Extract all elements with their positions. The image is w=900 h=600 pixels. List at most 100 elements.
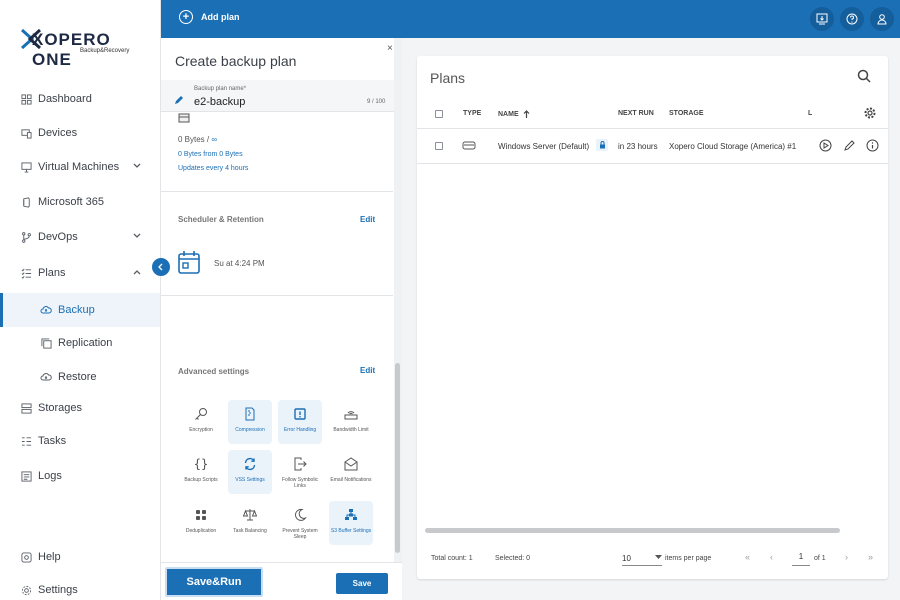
adv-prevent-system-sleep[interactable]: Prevent System Sleep — [278, 501, 322, 545]
compress-file-icon — [242, 406, 258, 422]
adv-encryption[interactable]: Encryption — [179, 400, 223, 444]
chevron-up-icon[interactable] — [132, 267, 142, 277]
col-name-header[interactable]: NAME — [498, 110, 530, 118]
per-page-value: 10 — [622, 554, 631, 563]
grid-icon — [193, 507, 209, 523]
add-plan-button[interactable]: + Add plan — [179, 10, 240, 24]
sidebar-item-label: Microsoft 365 — [38, 196, 105, 208]
chevron-down-icon[interactable] — [132, 231, 142, 241]
play-icon[interactable] — [819, 139, 832, 152]
adv-task-balancing[interactable]: Task Balancing — [228, 501, 272, 545]
storage-icon — [20, 402, 32, 414]
key-icon — [193, 406, 209, 422]
brand-sub: Backup&Recovery — [80, 48, 130, 54]
page-input[interactable]: 1 — [792, 552, 810, 566]
panel-scroll-thumb[interactable] — [395, 363, 400, 553]
adv-vss-settings[interactable]: VSS Settings — [228, 450, 272, 494]
adv-label: Task Balancing — [233, 528, 267, 534]
adv-backup-scripts[interactable]: {} Backup Scripts — [179, 450, 223, 494]
horizontal-scrollbar[interactable] — [425, 528, 887, 533]
last-page-icon[interactable]: » — [868, 552, 873, 562]
sidebar-item-devices[interactable]: Devices — [0, 118, 160, 148]
sidebar-item-label: Help — [38, 551, 61, 563]
gear-icon — [20, 584, 32, 596]
row-divider — [417, 163, 888, 164]
sidebar-item-label: Plans — [38, 267, 66, 279]
sidebar-item-label: Replication — [58, 337, 113, 349]
adv-deduplication[interactable]: Deduplication — [179, 501, 223, 545]
sidebar-item-label: Tasks — [38, 435, 67, 447]
scheduler-edit-link[interactable]: Edit — [360, 215, 375, 224]
close-icon[interactable]: × — [387, 43, 393, 54]
first-page-icon[interactable]: « — [745, 552, 750, 562]
sidebar-item-storages[interactable]: Storages — [0, 393, 160, 423]
row-storage: Xopero Cloud Storage (America) #1 — [669, 142, 797, 151]
column-settings-gear-icon[interactable] — [864, 107, 876, 119]
save-button[interactable]: Save — [336, 573, 388, 594]
col-type: TYPE — [463, 110, 482, 117]
adv-compression[interactable]: Compression — [228, 400, 272, 444]
adv-label: S3 Buffer Settings — [330, 528, 372, 534]
sidebar-item-help[interactable]: Help — [0, 542, 160, 572]
adv-email-notifications[interactable]: Email Notifications — [329, 450, 373, 494]
help-button[interactable] — [840, 7, 864, 31]
adv-bandwidth-limit[interactable]: Bandwidth Limit — [329, 400, 373, 444]
plan-name-field[interactable]: Backup plan name* e2-backup 9 / 100 — [161, 80, 402, 112]
chevron-down-icon[interactable] — [132, 161, 142, 171]
add-plan-label: Add plan — [201, 12, 240, 22]
sidebar-item-label: Settings — [38, 584, 78, 596]
advanced-edit-link[interactable]: Edit — [360, 366, 375, 375]
horizontal-scroll-thumb[interactable] — [425, 528, 840, 533]
pencil-edit-icon[interactable] — [843, 139, 856, 152]
adv-s3-buffer-settings[interactable]: S3 Buffer Settings — [329, 501, 373, 545]
alert-icon — [292, 406, 308, 422]
top-bar: + Add plan — [161, 0, 900, 38]
row-name[interactable]: Windows Server (Default) — [498, 142, 589, 151]
panel-footer: Save&Run Save — [161, 562, 402, 600]
plan-name-value[interactable]: e2-backup — [194, 96, 245, 108]
pencil-icon — [175, 96, 183, 104]
sidebar-item-dashboard[interactable]: Dashboard — [0, 84, 160, 114]
sidebar-item-tasks[interactable]: Tasks — [0, 426, 160, 456]
plans-title: Plans — [430, 70, 466, 86]
sidebar-item-virtual-machines[interactable]: Virtual Machines — [0, 152, 160, 182]
prev-page-icon[interactable]: ‹ — [770, 552, 773, 562]
collapse-sidebar-button[interactable] — [152, 258, 170, 276]
info-icon[interactable] — [866, 139, 879, 152]
per-page-select[interactable]: 10 — [622, 552, 662, 566]
brand-logo: XOPERO ONE Backup&Recovery — [20, 26, 140, 69]
sidebar-item-devops[interactable]: DevOps — [0, 222, 160, 252]
sidebar-item-logs[interactable]: Logs — [0, 461, 160, 491]
calendar-icon — [178, 251, 200, 274]
branch-icon — [20, 231, 32, 243]
sidebar-item-plans[interactable]: Plans — [0, 258, 160, 288]
office-icon — [20, 196, 32, 208]
storage-updates[interactable]: Updates every 4 hours — [178, 165, 248, 172]
row-next-run: in 23 hours — [618, 142, 658, 151]
storage-box-icon — [178, 113, 190, 123]
sidebar-item-backup[interactable]: Backup — [0, 293, 160, 327]
storage-from[interactable]: 0 Bytes from 0 Bytes — [178, 151, 243, 158]
sidebar-item-settings[interactable]: Settings — [0, 575, 160, 600]
sidebar-item-microsoft-365[interactable]: Microsoft 365 — [0, 187, 160, 217]
row-checkbox[interactable] — [435, 142, 443, 150]
save-run-button[interactable]: Save&Run — [165, 567, 263, 597]
sidebar-item-restore[interactable]: Restore — [0, 362, 160, 392]
storage-bytes: 0 Bytes / — [178, 135, 210, 144]
advanced-title: Advanced settings — [178, 367, 250, 376]
header-divider — [417, 128, 888, 129]
page-of: of 1 — [814, 555, 826, 562]
sidebar-item-replication[interactable]: Replication — [0, 328, 160, 358]
select-all-checkbox[interactable] — [435, 110, 443, 118]
search-icon[interactable] — [857, 69, 871, 83]
user-button[interactable] — [870, 7, 894, 31]
scheduler-title: Scheduler & Retention — [178, 215, 264, 224]
download-agent-button[interactable] — [810, 7, 834, 31]
adv-error-handling[interactable]: Error Handling — [278, 400, 322, 444]
help-icon — [20, 551, 32, 563]
adv-follow-symbolic-links[interactable]: Follow Symbolic Links — [278, 450, 322, 494]
scale-icon — [242, 507, 258, 523]
list-check-icon — [20, 267, 32, 279]
storage-usage: 0 Bytes / ∞ — [178, 135, 217, 144]
next-page-icon[interactable]: › — [845, 552, 848, 562]
